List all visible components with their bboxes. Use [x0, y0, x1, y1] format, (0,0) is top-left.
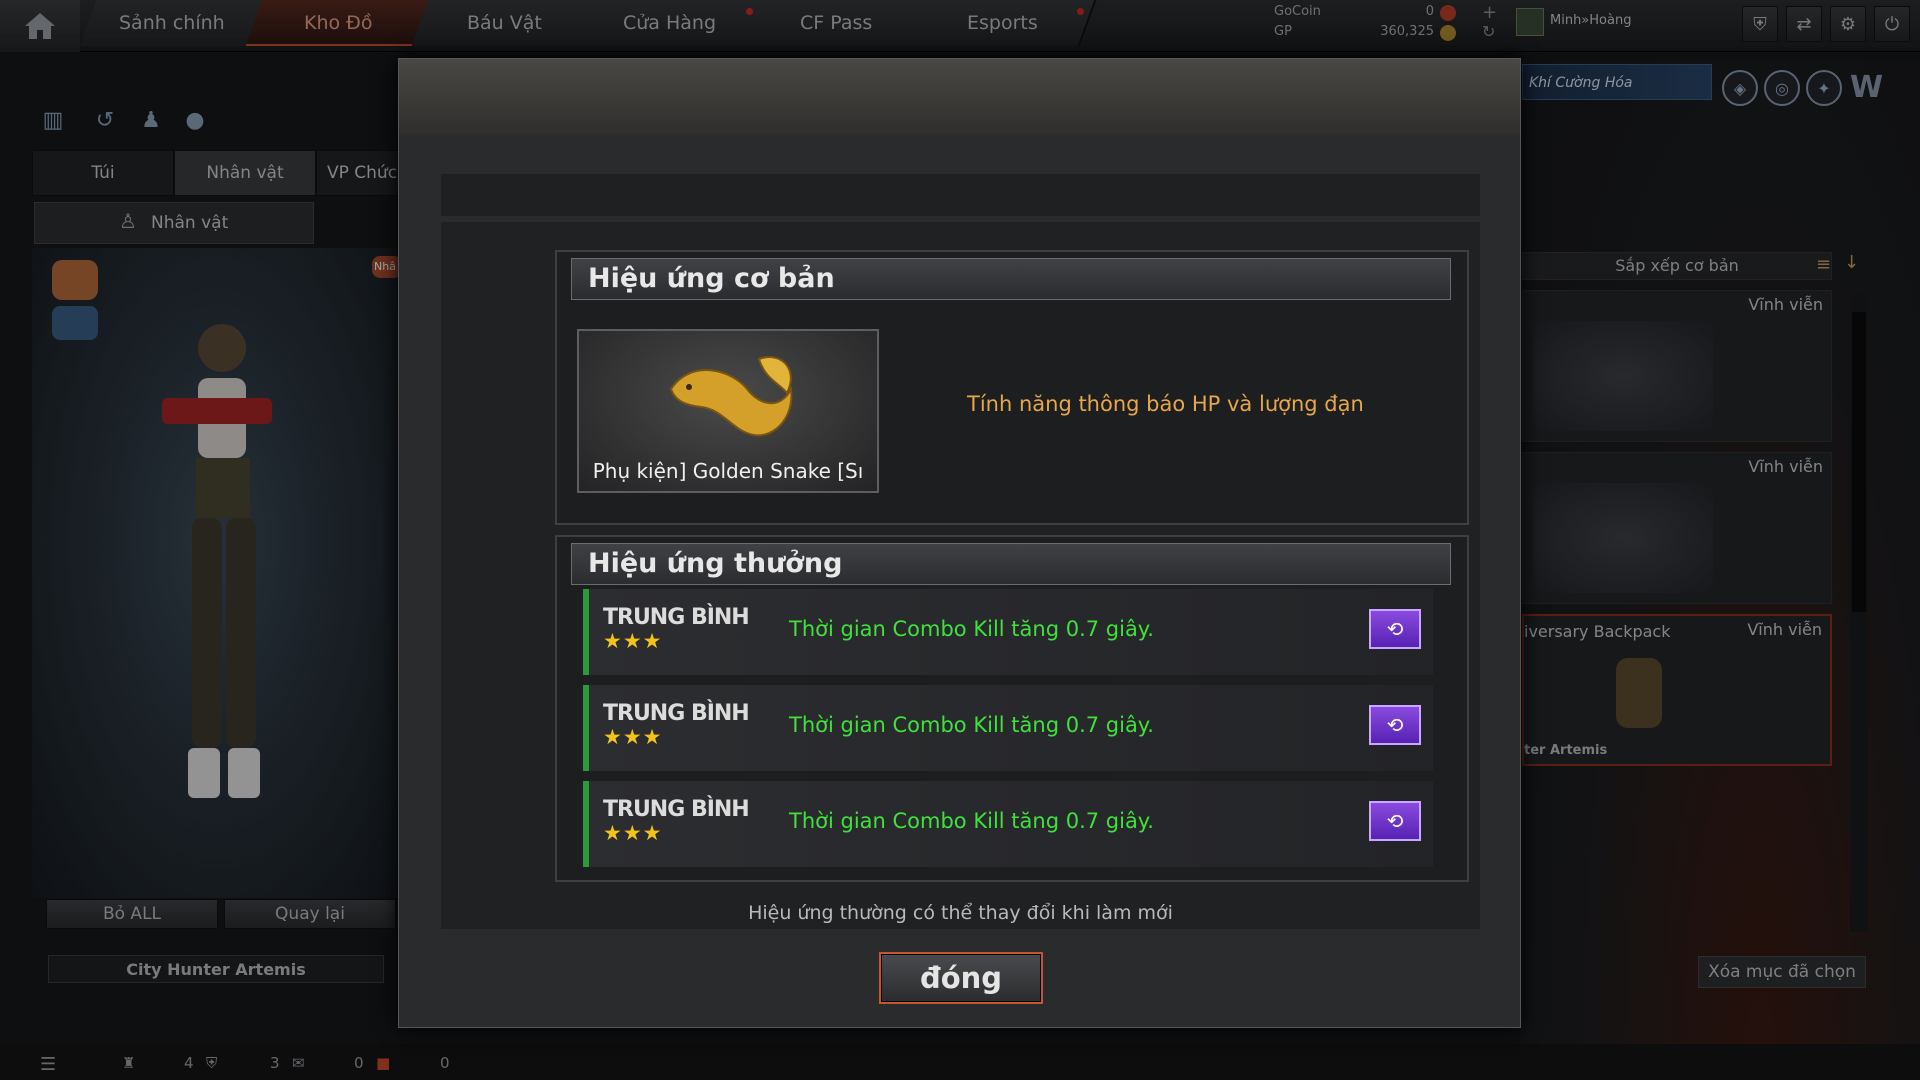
refresh-note: Hiệu ứng thường có thể thay đổi khi làm …: [748, 902, 1173, 924]
item-label: Phụ kiện] Golden Snake [Sı: [592, 459, 864, 483]
close-button[interactable]: đóng: [879, 952, 1043, 1004]
star-rating: ★★★: [603, 629, 663, 653]
bonus-effect-section: Hiệu ứng thưởng TRUNG BÌNH ★★★ Thời gian…: [555, 535, 1469, 882]
star-rating: ★★★: [603, 725, 663, 749]
reroll-icon: ⟲: [1386, 809, 1404, 833]
star-rating: ★★★: [603, 821, 663, 845]
dialog-body: Hiệu ứng cơ bản Phụ kiện] Golden Snake […: [441, 222, 1480, 929]
bonus-row: TRUNG BÌNH ★★★ Thời gian Combo Kill tăng…: [583, 781, 1433, 867]
basic-effect-section: Hiệu ứng cơ bản Phụ kiện] Golden Snake […: [555, 250, 1469, 525]
bonus-effect-title: Hiệu ứng thưởng: [571, 543, 1451, 585]
bonus-text: Thời gian Combo Kill tăng 0.7 giây.: [789, 713, 1154, 737]
reroll-gp-button[interactable]: ⟲: [1369, 705, 1421, 745]
item-slot: Phụ kiện] Golden Snake [Sı: [577, 329, 879, 493]
reroll-icon: ⟲: [1386, 617, 1404, 641]
dialog-header: [399, 59, 1520, 135]
item-description: Tính năng thông báo HP và lượng đạn: [967, 392, 1364, 416]
bonus-row: TRUNG BÌNH ★★★ Thời gian Combo Kill tăng…: [583, 589, 1433, 675]
bonus-text: Thời gian Combo Kill tăng 0.7 giây.: [789, 809, 1154, 833]
tier-label: TRUNG BÌNH: [603, 701, 750, 726]
bonus-text: Thời gian Combo Kill tăng 0.7 giây.: [789, 617, 1154, 641]
reroll-gp-button[interactable]: ⟲: [1369, 609, 1421, 649]
bonus-row: TRUNG BÌNH ★★★ Thời gian Combo Kill tăng…: [583, 685, 1433, 771]
tier-label: TRUNG BÌNH: [603, 605, 750, 630]
tier-label: TRUNG BÌNH: [603, 797, 750, 822]
dialog-strip: [441, 174, 1480, 216]
basic-effect-title: Hiệu ứng cơ bản: [571, 258, 1451, 300]
reroll-icon: ⟲: [1386, 713, 1404, 737]
golden-snake-icon: [669, 356, 793, 437]
item-effect-dialog: Hiệu ứng cơ bản Phụ kiện] Golden Snake […: [398, 58, 1521, 1028]
reroll-gp-button[interactable]: ⟲: [1369, 801, 1421, 841]
